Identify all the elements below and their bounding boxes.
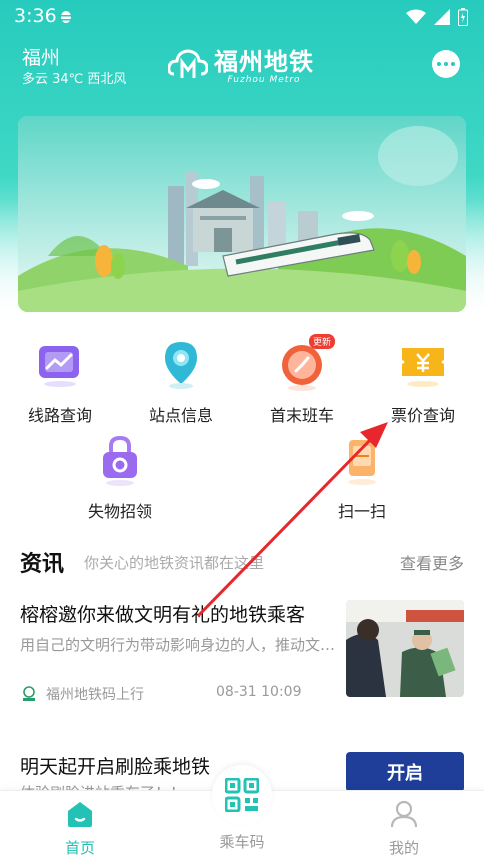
article-title: 明天起开启刷脸乘地铁 bbox=[20, 756, 211, 778]
tab-label: 首页 bbox=[64, 839, 95, 857]
fuzhou-metro-logo: 福州地铁 Fuzhou Metro bbox=[168, 42, 314, 85]
wifi-icon bbox=[406, 9, 426, 24]
article-time: 08-31 10:09 bbox=[216, 684, 302, 700]
line-chart-icon bbox=[33, 338, 87, 392]
dot-icon bbox=[437, 62, 441, 66]
clock-icon: 更新 bbox=[275, 334, 335, 392]
home-icon bbox=[68, 802, 92, 827]
signal-icon bbox=[434, 9, 450, 25]
news-title: 资讯 bbox=[20, 552, 65, 577]
service-label: 站点信息 bbox=[148, 406, 213, 425]
thumbnail-text: 开启 bbox=[387, 763, 423, 784]
banner-carousel[interactable] bbox=[18, 116, 466, 312]
service-lost-found[interactable]: 失物招领 bbox=[60, 434, 180, 522]
message-button[interactable] bbox=[432, 50, 460, 78]
dot-icon bbox=[444, 62, 448, 66]
user-icon bbox=[390, 800, 418, 828]
service-first-last-train[interactable]: 更新 首末班车 bbox=[242, 334, 362, 426]
tab-ride-code[interactable]: 乘车码 bbox=[182, 831, 302, 852]
service-label: 票价查询 bbox=[390, 406, 455, 425]
update-badge: 更新 bbox=[308, 334, 335, 349]
location-pin-icon bbox=[154, 338, 208, 392]
article-title: 榕榕邀你来做文明有礼的地铁乘客 bbox=[20, 604, 306, 626]
scan-icon bbox=[335, 434, 389, 488]
article-thumbnail: 开启 bbox=[346, 752, 464, 792]
news-article[interactable]: 榕榕邀你来做文明有礼的地铁乘客 用自己的文明行为带动影响身边的人，推动文明乘车 … bbox=[20, 600, 464, 703]
tab-mine[interactable]: 我的 bbox=[344, 799, 464, 858]
news-header: 资讯 你关心的地铁资讯都在这里 查看更多 bbox=[20, 546, 464, 577]
article-source: 福州地铁码上行 bbox=[20, 684, 144, 704]
city-name[interactable]: 福州 bbox=[22, 43, 60, 70]
source-name: 福州地铁码上行 bbox=[46, 687, 144, 703]
battery-icon bbox=[458, 8, 468, 26]
status-indicators bbox=[406, 8, 468, 26]
top-bar: 福州 多云 34℃ 西北风 福州地铁 Fuzhou Metro bbox=[0, 40, 484, 90]
source-logo-icon bbox=[23, 686, 35, 701]
service-scan[interactable]: 扫一扫 bbox=[302, 434, 422, 522]
qr-code-icon bbox=[225, 778, 259, 812]
news-subtitle: 你关心的地铁资讯都在这里 bbox=[84, 554, 265, 572]
service-label: 扫一扫 bbox=[337, 502, 386, 521]
metro-logo-icon bbox=[168, 48, 208, 78]
ride-code-bubble[interactable] bbox=[212, 765, 272, 825]
status-time: 3:36 bbox=[14, 5, 57, 27]
tab-home[interactable]: 首页 bbox=[20, 799, 140, 858]
tab-label: 乘车码 bbox=[219, 833, 265, 851]
ticket-icon bbox=[396, 338, 450, 392]
logo-subtitle: Fuzhou Metro bbox=[227, 75, 301, 85]
logo-text: 福州地铁 bbox=[214, 48, 314, 76]
weather-info: 多云 34℃ 西北风 bbox=[22, 72, 127, 87]
service-label: 首末班车 bbox=[269, 406, 334, 425]
lock-bag-icon bbox=[93, 434, 147, 488]
article-description: 用自己的文明行为带动影响身边的人，推动文明乘车 bbox=[20, 636, 336, 654]
service-line-query[interactable]: 线路查询 bbox=[0, 338, 120, 426]
status-bar: 3:36 bbox=[0, 0, 484, 34]
dot-icon bbox=[451, 62, 455, 66]
service-fare-query[interactable]: 票价查询 bbox=[363, 338, 483, 426]
bug-icon bbox=[60, 11, 72, 23]
metro-city-illustration bbox=[18, 116, 466, 312]
bottom-tab-bar: 首页 乘车码 我的 bbox=[0, 765, 484, 860]
article-thumbnail bbox=[346, 600, 464, 697]
service-label: 线路查询 bbox=[27, 406, 92, 425]
view-more-link[interactable]: 查看更多 bbox=[400, 550, 464, 574]
tab-label: 我的 bbox=[388, 839, 419, 857]
service-label: 失物招领 bbox=[87, 502, 152, 521]
service-station-info[interactable]: 站点信息 bbox=[121, 338, 241, 426]
